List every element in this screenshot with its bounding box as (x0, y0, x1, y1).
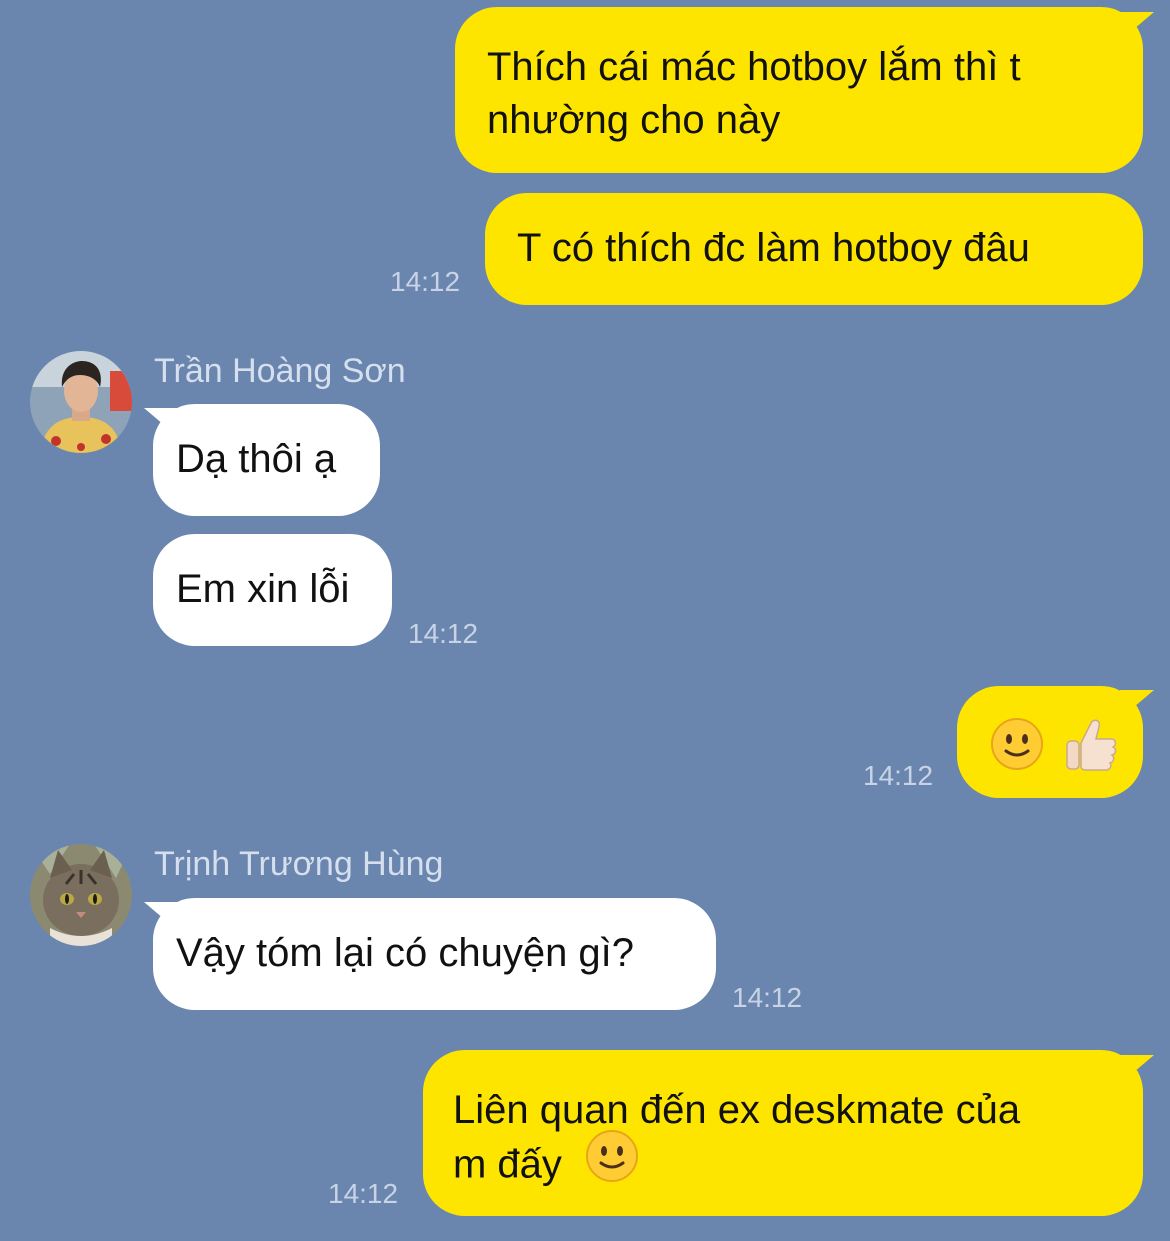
message-bubble[interactable]: Liên quan đến ex deskmate của m đấy (423, 1050, 1143, 1216)
message-text: Thích cái mác hotboy lắm thì t (487, 45, 1021, 89)
message-timestamp: 14:12 (408, 618, 479, 649)
avatar-photo (30, 351, 132, 453)
avatar[interactable] (30, 844, 132, 946)
message-text: Liên quan đến ex deskmate của (453, 1088, 1021, 1132)
slightly-smiling-face-icon (585, 1129, 639, 1197)
avatar-photo (30, 844, 132, 946)
slightly-smiling-face-icon (990, 717, 1044, 785)
message-bubble[interactable]: Thích cái mác hotboy lắm thì t nhường ch… (455, 7, 1143, 173)
message-text: T có thích đc làm hotboy đâu (517, 226, 1030, 270)
message-text: nhường cho này (487, 98, 781, 142)
sender-name: Trần Hoàng Sơn (154, 352, 406, 390)
message-timestamp: 14:12 (863, 760, 934, 791)
message-text: m đấy (453, 1142, 562, 1187)
avatar[interactable] (30, 351, 132, 453)
message-bubble[interactable]: Em xin lỗi (153, 534, 392, 646)
message-text: Vậy tóm lại có chuyện gì? (176, 931, 635, 975)
message-bubble[interactable] (957, 686, 1143, 798)
message-timestamp: 14:12 (390, 266, 461, 297)
message-bubble[interactable]: Dạ thôi ạ (153, 404, 380, 516)
thumbs-up-icon (1061, 715, 1119, 787)
sender-name: Trịnh Trương Hùng (154, 845, 444, 883)
message-text: Em xin lỗi (176, 567, 350, 611)
message-timestamp: 14:12 (328, 1178, 399, 1209)
message-bubble[interactable]: T có thích đc làm hotboy đâu (485, 193, 1143, 305)
message-text: Dạ thôi ạ (176, 437, 337, 481)
message-timestamp: 14:12 (732, 982, 803, 1013)
message-bubble[interactable]: Vậy tóm lại có chuyện gì? (153, 898, 716, 1010)
